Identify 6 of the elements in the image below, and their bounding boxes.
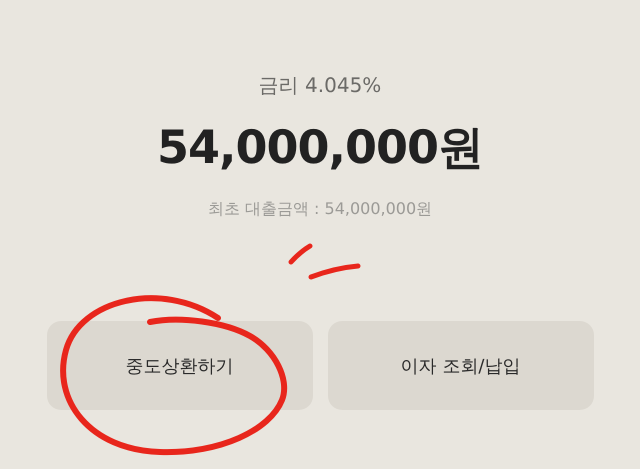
- interest-rate: 금리 4.045%: [258, 72, 382, 99]
- loan-balance: 54,000,000원: [156, 119, 483, 175]
- annotation-strokes: [288, 244, 360, 280]
- action-button[interactable]: 이자 조회/납입: [328, 321, 594, 410]
- action-button[interactable]: 중도상환하기: [46, 321, 312, 410]
- initial-loan-amount: 최초 대출금액 : 54,000,000원: [208, 198, 432, 220]
